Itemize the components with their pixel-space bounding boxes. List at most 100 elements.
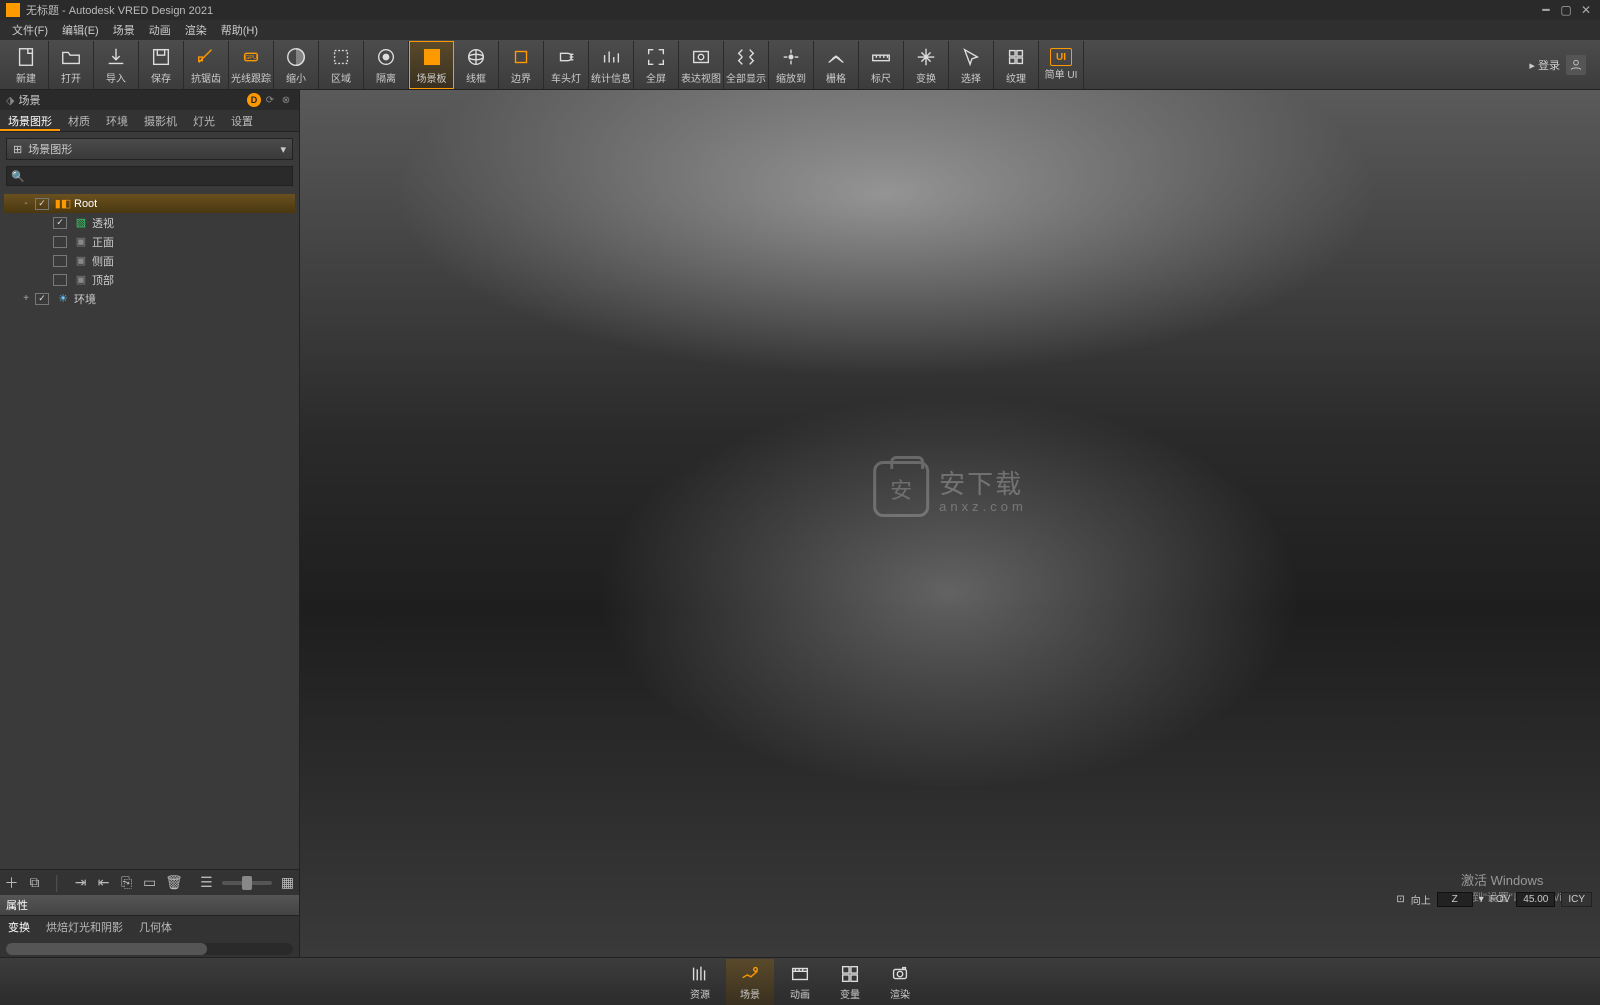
tree-row-1[interactable]: ▧透视 (4, 213, 295, 232)
menu-3[interactable]: 动画 (143, 20, 177, 40)
panel-search[interactable]: 🔍 (6, 166, 293, 186)
toolbar-antialias-button[interactable]: 抗锯齿 (184, 41, 229, 89)
group-button[interactable]: ⇥ (73, 874, 88, 891)
panel-d-badge-icon[interactable]: D (247, 93, 261, 107)
viewport[interactable]: 安 安下载 anxz.com 激活 Windows 转到"设置"以激活 Wind… (300, 90, 1600, 957)
close-button[interactable]: ✕ (1578, 3, 1594, 17)
bottombar-render-button[interactable]: 渲染 (876, 959, 924, 1005)
panel-tab-5[interactable]: 设置 (223, 110, 261, 131)
toolbar-surfaceview-button[interactable]: 表达视图 (679, 41, 724, 89)
panel-tab-1[interactable]: 材质 (60, 110, 98, 131)
toolbar-fullscreen-button[interactable]: 全屏 (634, 41, 679, 89)
axis-caret-icon[interactable]: ▾ (1479, 894, 1484, 905)
toolbar-isolate-button[interactable]: 隔离 (364, 41, 409, 89)
toolbar-boundary-button[interactable]: 边界 (499, 41, 544, 89)
props-tab-0[interactable]: 变换 (0, 916, 38, 937)
minimize-button[interactable]: ━ (1538, 3, 1554, 17)
toolbar-headlight-button[interactable]: 车头灯 (544, 41, 589, 89)
panel-tab-0[interactable]: 场景图形 (0, 110, 60, 131)
toolbar-ruler-button[interactable]: 标尺 (859, 41, 904, 89)
toolbar-save-button[interactable]: 保存 (139, 41, 184, 89)
panel-pin-icon[interactable]: ⬗ (6, 94, 14, 107)
login-link[interactable]: ▸ 登录 (1529, 57, 1560, 73)
toolbar-new-button[interactable]: 新建 (4, 41, 49, 89)
list-icon[interactable]: ☰ (199, 874, 214, 891)
toolbar-select-button[interactable]: 选择 (949, 41, 994, 89)
maximize-button[interactable]: ▢ (1558, 3, 1574, 17)
toolbar-showall-button[interactable]: 全部显示 (724, 41, 769, 89)
tree-checkbox[interactable] (53, 274, 67, 286)
tree-checkbox[interactable] (53, 217, 67, 229)
user-avatar-icon[interactable] (1566, 55, 1586, 75)
transform-icon (915, 44, 937, 70)
tree-checkbox[interactable] (35, 198, 49, 210)
menu-2[interactable]: 场景 (107, 20, 141, 40)
bottombar-anim-button[interactable]: 动画 (776, 959, 824, 1005)
tree-row-4[interactable]: ▣顶部 (4, 270, 295, 289)
anim-icon (789, 962, 811, 986)
menu-0[interactable]: 文件(F) (6, 20, 54, 40)
toolbar-zoomout-button[interactable]: 缩小 (274, 41, 319, 89)
panel-close-icon[interactable]: ⊗ (279, 93, 293, 107)
panel-refresh-icon[interactable]: ⟳ (263, 93, 277, 107)
camera-nav-icon[interactable]: ⊡ (1396, 894, 1404, 905)
delete-button[interactable]: 🗑 (165, 874, 183, 891)
tree-label: Root (74, 198, 97, 210)
simple-ui-button[interactable]: UI简单 UI (1039, 41, 1084, 89)
toolbar-stats-button[interactable]: 统计信息 (589, 41, 634, 89)
properties-tabs: 变换烘焙灯光和阴影几何体 (0, 915, 299, 937)
panel-tab-4[interactable]: 灯光 (185, 110, 223, 131)
toolbar-transform-button[interactable]: 变换 (904, 41, 949, 89)
props-tab-2[interactable]: 几何体 (131, 916, 180, 937)
tree-node-icon: ▣ (73, 254, 89, 268)
toolbar-texture-button[interactable]: 纹理 (994, 41, 1039, 89)
workspace: ⬗ 场景 D ⟳ ⊗ 场景图形材质环境摄影机灯光设置 ⊞ 场景图形 ▾ 🔍 -▮… (0, 90, 1600, 957)
ungroup-button[interactable]: ⇤ (96, 874, 111, 891)
tree-expand-icon[interactable]: + (20, 293, 32, 304)
menu-1[interactable]: 编辑(E) (56, 20, 105, 40)
properties-hscroll[interactable] (6, 943, 293, 955)
menu-4[interactable]: 渲染 (179, 20, 213, 40)
toolbar-region-button[interactable]: 区域 (319, 41, 364, 89)
menu-5[interactable]: 帮助(H) (215, 20, 264, 40)
bottom-bar: 资源场景动画变量渲染 (0, 957, 1600, 1005)
axis-dropdown[interactable]: Z (1437, 892, 1473, 907)
grid-icon[interactable]: ▦ (280, 874, 295, 891)
bottombar-assets-button[interactable]: 资源 (676, 959, 724, 1005)
bottombar-variant-button[interactable]: 变量 (826, 959, 874, 1005)
scene-tree[interactable]: -▮◧Root▧透视▣正面▣侧面▣顶部+☀环境 (0, 192, 299, 869)
tree-row-0[interactable]: -▮◧Root (4, 194, 295, 213)
toolbar-raytrace-button[interactable]: GPU光线跟踪 (229, 41, 274, 89)
tree-row-2[interactable]: ▣正面 (4, 232, 295, 251)
size-slider[interactable] (222, 881, 272, 885)
tree-checkbox[interactable] (53, 236, 67, 248)
duplicate-button[interactable]: ⧉ (27, 874, 42, 891)
tree-expand-icon[interactable]: - (20, 198, 32, 209)
tree-row-3[interactable]: ▣侧面 (4, 251, 295, 270)
isolate-icon (375, 44, 397, 70)
toolbar-open-button[interactable]: 打开 (49, 41, 94, 89)
showall-icon (735, 44, 757, 70)
toolbar-import-button[interactable]: 导入 (94, 41, 139, 89)
properties-body (0, 937, 299, 957)
search-input[interactable] (29, 170, 288, 182)
fov-field[interactable]: 45.00 (1516, 892, 1555, 907)
panel-tab-3[interactable]: 摄影机 (136, 110, 185, 131)
paste-button[interactable]: ▭ (142, 874, 157, 891)
tree-checkbox[interactable] (35, 293, 49, 305)
toolbar-zoomto-button[interactable]: 缩放到 (769, 41, 814, 89)
toolbar-wireframe-button[interactable]: 线框 (454, 41, 499, 89)
props-tab-1[interactable]: 烘焙灯光和阴影 (38, 916, 131, 937)
panel-tab-2[interactable]: 环境 (98, 110, 136, 131)
toolbar-grid-button[interactable]: 栅格 (814, 41, 859, 89)
icy-button[interactable]: ICY (1561, 892, 1592, 907)
toolbar-sceneboard-button[interactable]: 场景板 (409, 41, 454, 89)
scenegraph-dropdown[interactable]: ⊞ 场景图形 ▾ (6, 138, 293, 160)
tree-label: 顶部 (92, 272, 114, 288)
bottombar-scene-button[interactable]: 场景 (726, 959, 774, 1005)
tree-row-5[interactable]: +☀环境 (4, 289, 295, 308)
tree-checkbox[interactable] (53, 255, 67, 267)
watermark: 安 安下载 anxz.com (873, 461, 1027, 517)
copy-button[interactable]: ⎘ (119, 874, 134, 891)
add-button[interactable]: ＋ (4, 873, 19, 893)
